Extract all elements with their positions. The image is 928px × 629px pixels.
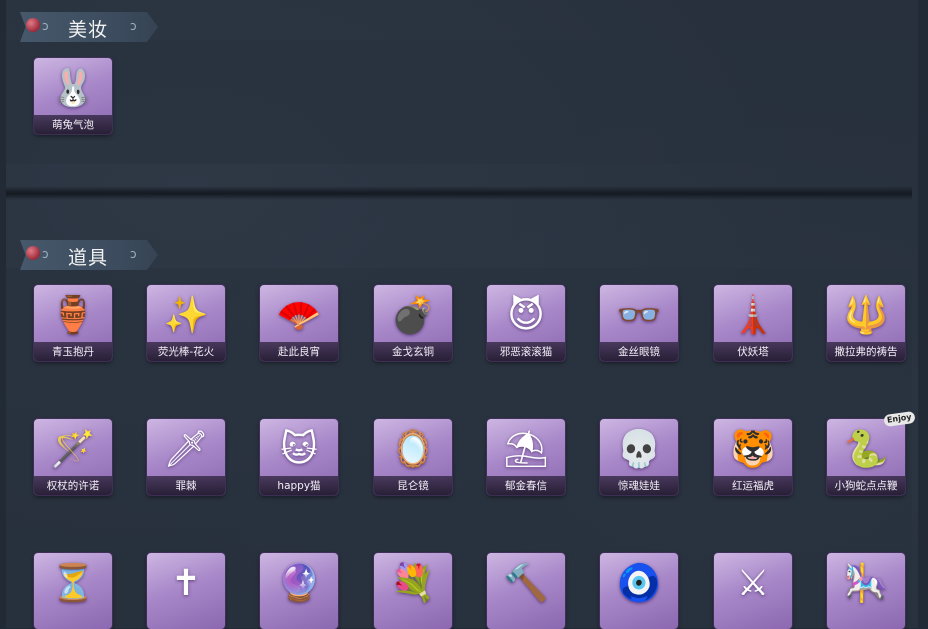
item-card[interactable]: 🔱 撒拉弗的祷告 — [827, 285, 905, 361]
item-card[interactable]: 🔨 — [487, 553, 565, 629]
item-label: 金丝眼镜 — [618, 346, 660, 358]
swirl-icon: ↄ — [130, 247, 137, 261]
golden-shovel-icon: 🔨 — [503, 563, 549, 604]
item-label: 惊魂娃娃 — [618, 480, 660, 492]
item-label: 撒拉弗的祷告 — [834, 346, 898, 358]
trident-icon: 🔱 — [843, 295, 889, 336]
item-card[interactable]: ✨ 荧光棒-花火 — [147, 285, 225, 361]
item-card[interactable]: 🪄 权杖的许诺 — [34, 419, 112, 495]
crystal-spear-icon: 🔮 — [276, 563, 322, 604]
umbrella-icon: ⛱ — [503, 429, 549, 470]
spear-icon: 🗡 — [163, 429, 209, 470]
item-label: 郁金春信 — [505, 480, 547, 492]
item-card[interactable]: 🏺 青玉抱丹 — [34, 285, 112, 361]
evil-cat-icon: 😈 — [507, 295, 545, 336]
mirror-icon: 🪞 — [390, 429, 436, 470]
curved-blade-icon: ⚔ — [736, 563, 770, 604]
item-card[interactable]: ⚔ — [714, 553, 792, 629]
pin-icon — [26, 246, 40, 260]
scepter-icon: 🪄 — [50, 429, 96, 470]
item-label: 荧光棒-花火 — [157, 346, 215, 358]
snake-dog-icon: 🐍 — [843, 429, 889, 470]
item-card[interactable]: 🗡 罪棘 — [147, 419, 225, 495]
item-card[interactable]: 😈 邪恶滚滚猫 — [487, 285, 565, 361]
item-card[interactable]: 👓 金丝眼镜 — [600, 285, 678, 361]
dreamcatcher-icon: 🧿 — [616, 563, 662, 604]
bunny-bubble-icon: 🐰 — [50, 68, 96, 109]
item-card[interactable]: 🎠 — [827, 553, 905, 629]
props-section-header: ↄ 道具 ↄ — [20, 240, 158, 270]
item-card[interactable]: 💣 金戈玄铜 — [374, 285, 452, 361]
item-card[interactable]: 🐰 萌兔气泡 — [34, 58, 112, 134]
item-card[interactable]: 🐍 小狗蛇点点鞭 — [827, 419, 905, 495]
item-card[interactable]: 🐯 红运福虎 — [714, 419, 792, 495]
item-label: 青玉抱丹 — [52, 346, 94, 358]
item-label: 伏妖塔 — [737, 346, 769, 358]
item-label: 昆仑镜 — [397, 480, 429, 492]
item-card[interactable]: 🧿 — [600, 553, 678, 629]
item-card[interactable]: 💀 惊魂娃娃 — [600, 419, 678, 495]
item-card[interactable]: ✝ — [147, 553, 225, 629]
makeup-section-header: ↄ 美妆 ↄ — [20, 12, 158, 42]
item-label: 权杖的许诺 — [46, 480, 100, 492]
golden-cross-icon: ✝ — [170, 563, 202, 604]
swirl-icon: ↄ — [42, 19, 49, 33]
pagoda-icon: 🗼 — [730, 295, 776, 336]
item-label: 罪棘 — [175, 480, 197, 492]
flower-bouquet-icon: 💐 — [390, 563, 436, 604]
item-card[interactable]: 🗼 伏妖塔 — [714, 285, 792, 361]
item-card[interactable]: ⛱ 郁金春信 — [487, 419, 565, 495]
item-card[interactable]: ⏳ — [34, 553, 112, 629]
skull-doll-icon: 💀 — [616, 429, 662, 470]
bronze-grenade-icon: 💣 — [390, 295, 436, 336]
item-label: 萌兔气泡 — [52, 119, 94, 131]
pin-icon — [26, 18, 40, 32]
item-label: 邪恶滚滚猫 — [499, 346, 553, 358]
item-card[interactable]: 🪞 昆仑镜 — [374, 419, 452, 495]
jade-vase-icon: 🏺 — [50, 295, 96, 336]
music-box-icon: 🎠 — [843, 563, 889, 604]
fan-icon: 🪭 — [276, 295, 322, 336]
glasses-icon: 👓 — [616, 295, 662, 336]
section-divider — [6, 186, 912, 200]
swirl-icon: ↄ — [130, 19, 137, 33]
item-label: 红运福虎 — [732, 480, 774, 492]
happy-cat-icon: 🐱 — [280, 429, 318, 470]
item-label: 赴此良宵 — [278, 346, 320, 358]
section-title: 美妆 — [68, 19, 109, 41]
item-label: 小狗蛇点点鞭 — [834, 480, 898, 492]
makeup-section — [6, 40, 912, 164]
section-title: 道具 — [68, 247, 109, 269]
item-label: 金戈玄铜 — [392, 346, 434, 358]
item-card[interactable]: 💐 — [374, 553, 452, 629]
item-label: happy猫 — [277, 480, 321, 492]
item-card[interactable]: 🪭 赴此良宵 — [260, 285, 338, 361]
sparkler-icon: ✨ — [163, 295, 209, 336]
hourglass-icon: ⏳ — [50, 563, 96, 604]
lucky-tiger-icon: 🐯 — [730, 429, 776, 470]
item-card[interactable]: 🐱 happy猫 — [260, 419, 338, 495]
swirl-icon: ↄ — [42, 247, 49, 261]
item-card[interactable]: 🔮 — [260, 553, 338, 629]
